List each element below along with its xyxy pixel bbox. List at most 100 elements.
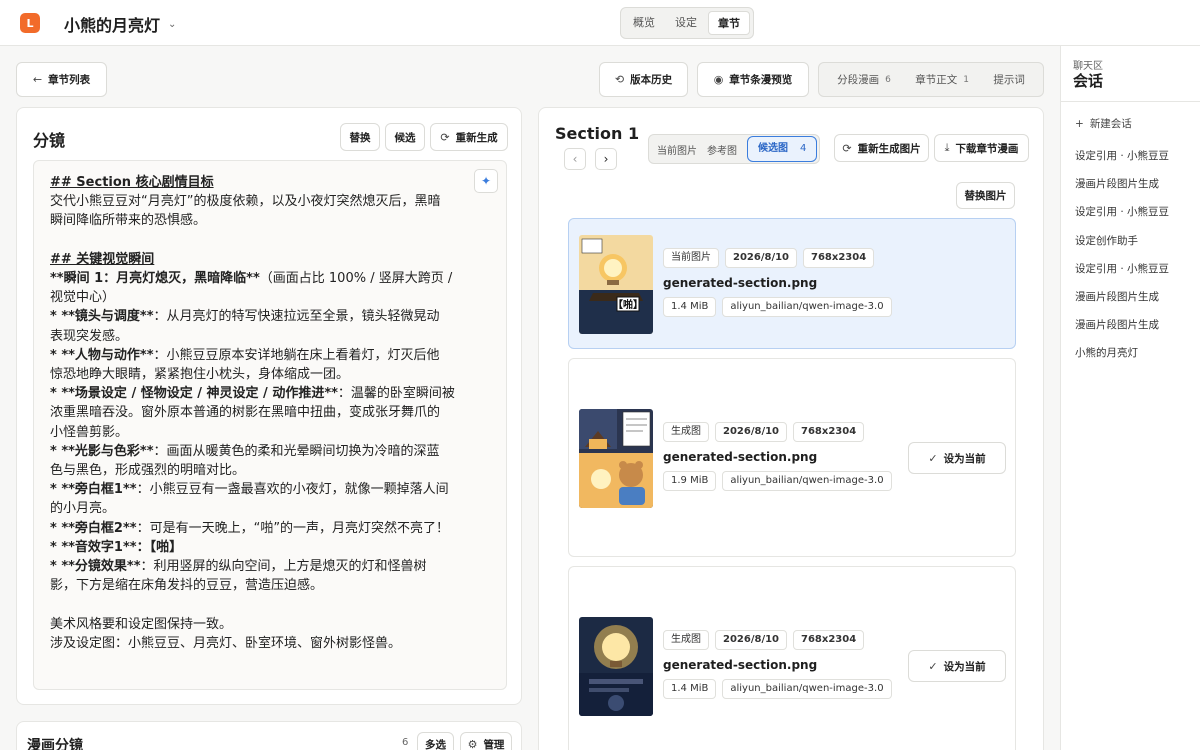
regen-label: 重新生成图片 <box>857 142 921 155</box>
set-current-button[interactable]: ✓ 设为当前 <box>908 650 1006 682</box>
image-model: aliyun_bailian/qwen-image-3.0 <box>722 471 892 491</box>
regenerate-image-button[interactable]: ⟳ 重新生成图片 <box>834 134 929 162</box>
image-filename: generated-section.png <box>663 450 818 464</box>
tab-prompt[interactable]: 提示词 <box>993 72 1025 87</box>
storyboard-line: 交代小熊豆豆对“月亮灯”的极度依赖，以及小夜灯突然熄灭后，黑暗 <box>50 194 441 210</box>
candidate-card[interactable]: 【啪】 当前图片 2026/8/10 768x2304 generated-se… <box>568 218 1016 349</box>
session-item[interactable]: 漫画片段图片生成 <box>1075 176 1197 204</box>
storyboard-title: 分镜 <box>33 131 66 150</box>
tab-count: 1 <box>963 74 969 85</box>
candidate-thumbnail <box>579 617 653 716</box>
chevron-left-icon[interactable]: ‹ <box>564 148 586 170</box>
storyboard-line: * **镜头与调度**：从月亮灯的特写快速拉远至全景，镜头轻微晃动 <box>50 309 440 325</box>
new-session-button[interactable]: + 新建会话 <box>1075 116 1132 131</box>
storyboard-line: * **光影与色彩**：画面从暖黄色的柔和光晕瞬间切换为冷暗的深蓝 <box>50 443 440 459</box>
session-item[interactable]: 设定创作助手 <box>1075 233 1197 261</box>
session-item[interactable]: 设定引用 · 小熊豆豆 <box>1075 261 1197 289</box>
chat-panel: 聊天区 会话 + 新建会话 设定引用 · 小熊豆豆 漫画片段图片生成 设定引用 … <box>1060 46 1200 750</box>
tab-candidate-images[interactable]: 候选图 4 <box>747 136 818 162</box>
image-tag: 生成图 <box>663 630 709 650</box>
card-meta: 1.4 MiB aliyun_bailian/qwen-image-3.0 <box>663 297 892 317</box>
card-chips: 生成图 2026/8/10 768x2304 <box>663 422 865 442</box>
download-chapter-button[interactable]: ⤓ 下载章节漫画 <box>934 134 1029 162</box>
storyboard-line: **瞬间 1：月亮灯熄灭，黑暗降临**（画面占比 100% / 竖屏大跨页 / <box>50 271 453 286</box>
project-switcher[interactable]: 小熊的月亮灯 ⌄ <box>64 12 176 36</box>
image-tag: 生成图 <box>663 422 709 442</box>
tab-label: 分段漫画 <box>837 74 880 86</box>
storyboard-panel: 分镜 替换 候选 ⟳ 重新生成 ## Section 核心剧情目标交代小熊豆豆对… <box>16 107 522 705</box>
tab-count: 6 <box>885 74 891 85</box>
chevron-right-icon[interactable]: › <box>595 148 617 170</box>
tab-current-image[interactable]: 当前图片 <box>657 142 697 157</box>
candidate-card[interactable]: 生成图 2026/8/10 768x2304 generated-section… <box>568 358 1016 557</box>
set-current-button[interactable]: ✓ 设为当前 <box>908 442 1006 474</box>
eye-icon: ◉ <box>713 73 724 86</box>
candidate-thumbnail: 【啪】 <box>579 235 653 334</box>
replace-image-button[interactable]: 替换图片 <box>956 182 1015 209</box>
back-label: 章节列表 <box>48 74 91 86</box>
card-meta: 1.4 MiB aliyun_bailian/qwen-image-3.0 <box>663 679 892 699</box>
version-history-button[interactable]: ⟲ 版本历史 <box>599 62 688 97</box>
comic-storyboard-title: 漫画分镜 <box>27 738 83 750</box>
session-list: 设定引用 · 小熊豆豆 漫画片段图片生成 设定引用 · 小熊豆豆 设定创作助手 … <box>1075 148 1197 374</box>
back-to-chapters-button[interactable]: ← 章节列表 <box>16 62 107 97</box>
sfx-text: 【啪】 <box>613 298 643 311</box>
tab-segment-comic[interactable]: 分段漫画 6 <box>837 72 891 87</box>
image-size: 1.4 MiB <box>663 679 717 699</box>
replace-button[interactable]: 替换 <box>340 123 380 151</box>
sparkle-icon[interactable]: ✦ <box>474 169 498 193</box>
tab-settings[interactable]: 设定 <box>666 11 706 35</box>
check-icon: ✓ <box>928 659 938 673</box>
session-item[interactable]: 漫画片段图片生成 <box>1075 289 1197 317</box>
tab-label: 候选图 <box>758 143 788 154</box>
tab-overview[interactable]: 概览 <box>624 11 664 35</box>
tab-chapter-text[interactable]: 章节正文 1 <box>915 72 969 87</box>
image-filename: generated-section.png <box>663 276 818 290</box>
view-tabs: 概览 设定 章节 <box>620 7 754 39</box>
session-item[interactable]: 设定引用 · 小熊豆豆 <box>1075 204 1197 232</box>
refresh-icon: ⟳ <box>842 141 852 155</box>
refresh-icon: ⟳ <box>440 130 450 144</box>
tab-chapter[interactable]: 章节 <box>708 11 750 35</box>
tab-count: 4 <box>800 143 807 154</box>
storyboard-line: 影，下方是缩在床角发抖的豆豆，营造压迫感。 <box>50 578 324 594</box>
candidate-thumbnail <box>579 409 653 508</box>
storyboard-line: 表现突发感。 <box>50 328 129 344</box>
storyboard-line <box>50 595 470 614</box>
top-bar: L 小熊的月亮灯 ⌄ 概览 设定 章节 <box>0 0 1200 46</box>
image-dims: 768x2304 <box>793 630 865 650</box>
chapter-preview-button[interactable]: ◉ 章节条漫预览 <box>697 62 809 97</box>
storyboard-line: * **旁白框2**：可是有一天晚上，“啪”的一声，月亮灯突然不亮了！ <box>50 520 450 536</box>
session-item[interactable]: 漫画片段图片生成 <box>1075 317 1197 345</box>
manage-button[interactable]: ⚙ 管理 <box>460 732 512 750</box>
tab-reference-image[interactable]: 参考图 <box>707 142 737 157</box>
storyboard-line: 的小月亮。 <box>50 501 116 517</box>
image-filename: generated-section.png <box>663 658 818 672</box>
plus-icon: + <box>1075 117 1084 130</box>
image-model: aliyun_bailian/qwen-image-3.0 <box>722 297 892 317</box>
image-tabs: 当前图片 参考图 候选图 4 <box>648 134 821 164</box>
storyboard-line: 小怪兽剪影。 <box>50 424 129 440</box>
image-date: 2026/8/10 <box>715 630 788 650</box>
image-date: 2026/8/10 <box>725 248 798 268</box>
tab-label: 提示词 <box>993 74 1025 86</box>
regenerate-button[interactable]: ⟳ 重新生成 <box>430 123 508 151</box>
session-item[interactable]: 设定引用 · 小熊豆豆 <box>1075 148 1197 176</box>
storyboard-line <box>50 231 470 250</box>
candidates-button[interactable]: 候选 <box>385 123 425 151</box>
storyboard-editor[interactable]: ## Section 核心剧情目标交代小熊豆豆对“月亮灯”的极度依赖，以及小夜灯… <box>33 160 507 690</box>
divider <box>1061 101 1200 102</box>
storyboard-line: ## Section 核心剧情目标 <box>50 175 214 190</box>
card-chips: 生成图 2026/8/10 768x2304 <box>663 630 865 650</box>
history-label: 版本历史 <box>630 74 673 86</box>
download-icon: ⤓ <box>944 141 950 154</box>
storyboard-text: ## Section 核心剧情目标交代小熊豆豆对“月亮灯”的极度依赖，以及小夜灯… <box>50 173 470 653</box>
candidate-card[interactable]: 生成图 2026/8/10 768x2304 generated-section… <box>568 566 1016 750</box>
image-size: 1.4 MiB <box>663 297 717 317</box>
session-item[interactable]: 小熊的月亮灯 <box>1075 345 1197 373</box>
storyboard-line: * **音效字1**：【啪】 <box>50 539 183 555</box>
tab-label: 章节正文 <box>915 74 958 86</box>
image-size: 1.9 MiB <box>663 471 717 491</box>
multi-select-button[interactable]: 多选 <box>417 732 454 750</box>
app-logo[interactable]: L <box>20 13 40 33</box>
